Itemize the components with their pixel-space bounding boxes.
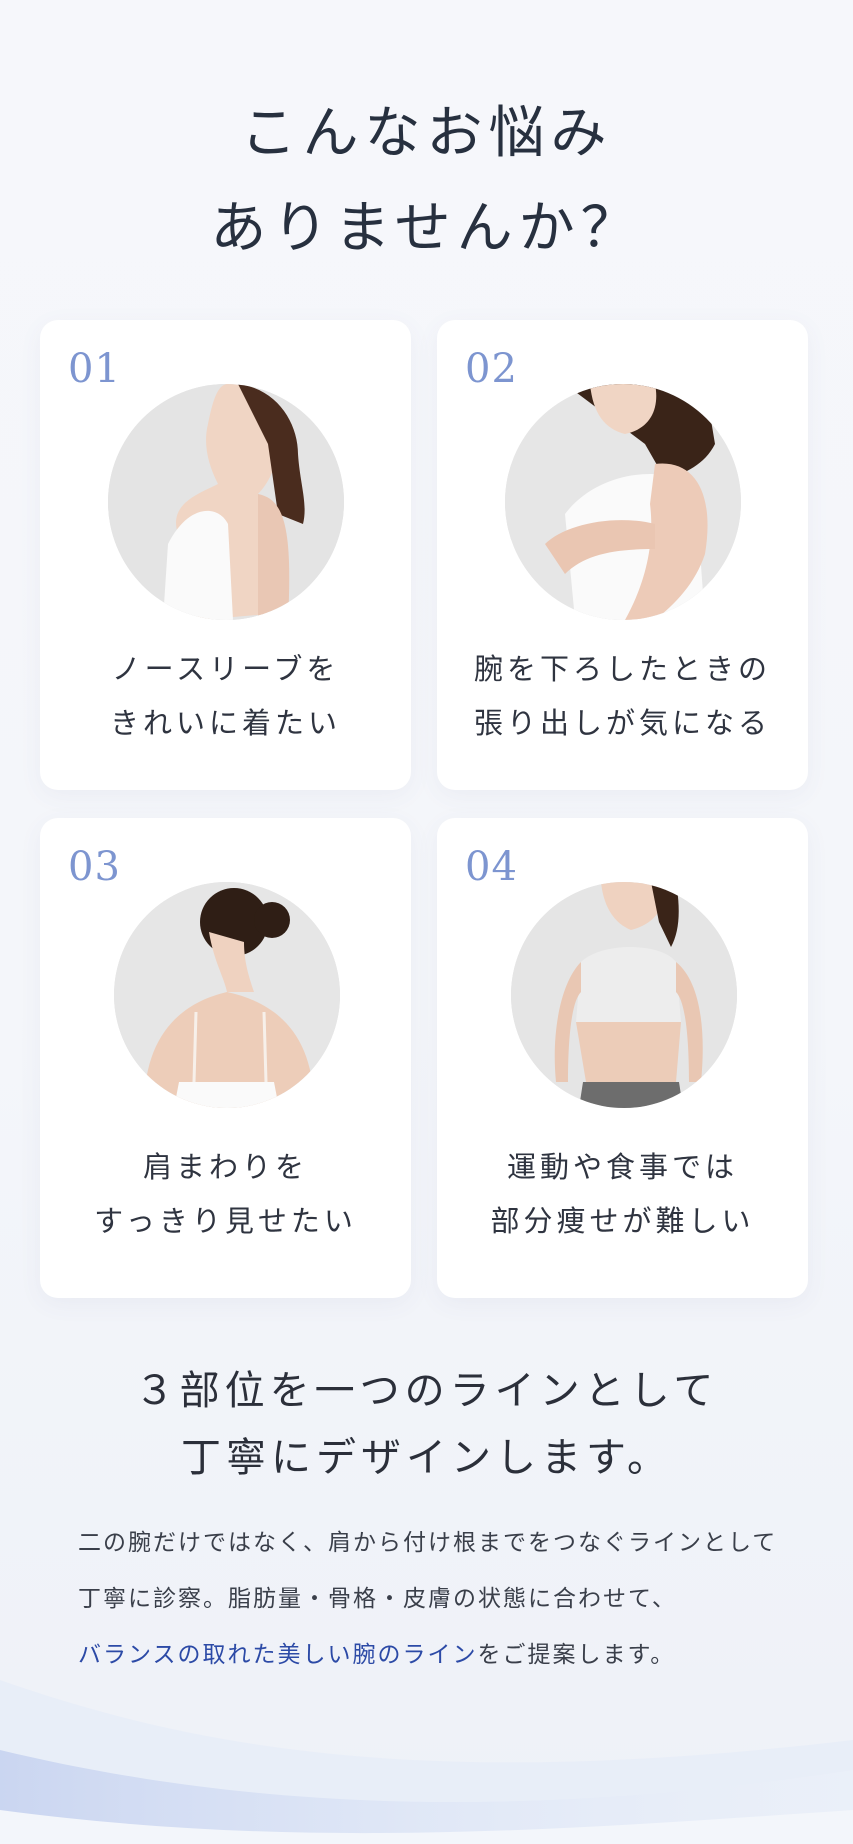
woman-front-sports-bra-icon	[511, 882, 737, 1108]
body-text-line2: 丁寧に診察。脂肪量・骨格・皮膚の状態に合わせて、	[78, 1586, 677, 1612]
concern-card-04: 04 運動や食事では 部分痩せが難しい	[437, 818, 808, 1298]
section-title-line1: こんなお悩み	[240, 101, 613, 166]
card-caption-line2: 張り出しが気になる	[473, 706, 771, 740]
woman-back-shoulders-icon	[114, 882, 340, 1108]
card-caption-line2: きれいに着たい	[109, 706, 341, 740]
concern-card-01: 01 ノースリーブを きれいに着たい	[40, 320, 411, 790]
card-number: 01	[68, 346, 121, 392]
card-caption-line2: すっきり見せたい	[94, 1204, 357, 1238]
card-number: 03	[68, 844, 121, 890]
concern-card-03: 03 肩まわりを すっきり見せたい	[40, 818, 411, 1298]
card-caption-line1: 運動や食事では	[506, 1150, 738, 1184]
card-caption-line1: ノースリーブを	[111, 652, 340, 686]
card-caption-line2: 部分痩せが難しい	[490, 1204, 755, 1238]
woman-side-profile-icon	[108, 384, 344, 620]
card-caption-line1: 腕を下ろしたときの	[473, 652, 771, 686]
subheading-line2: 丁寧にデザインします。	[181, 1435, 672, 1481]
subheading-line1: ３部位を一つのラインとして	[134, 1368, 719, 1414]
concern-card-02: 02 腕を下ろしたときの 張り出しが気になる	[437, 320, 808, 790]
woman-holding-arm-icon	[505, 384, 741, 620]
decorative-wave	[0, 1680, 853, 1844]
body-text-line1: 二の腕だけではなく、肩から付け根までをつなぐラインとして	[78, 1530, 778, 1556]
card-number: 02	[465, 346, 518, 392]
card-number: 04	[465, 844, 518, 890]
card-caption-line1: 肩まわりを	[142, 1150, 308, 1184]
section-title-line2: ありませんか？	[210, 196, 643, 261]
